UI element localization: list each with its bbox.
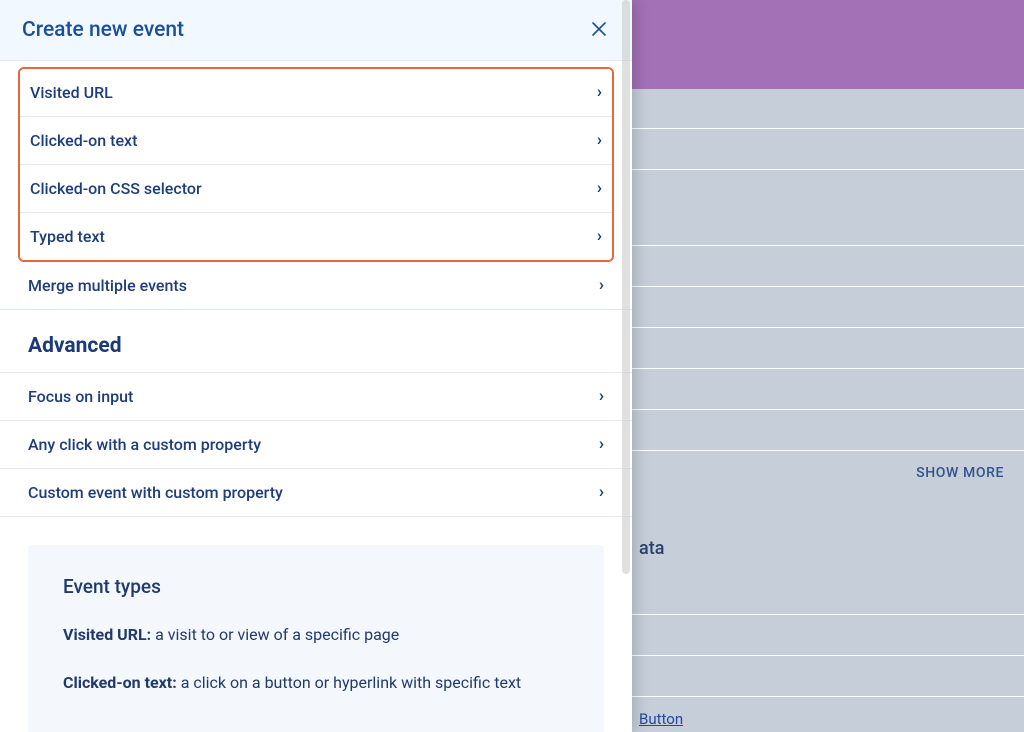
menu-item-label: Typed text bbox=[30, 227, 105, 246]
show-more-link[interactable]: SHOW MORE bbox=[916, 465, 1004, 481]
bg-button-link[interactable]: Button bbox=[639, 710, 683, 728]
event-type-merge-multiple[interactable]: Merge multiple events › bbox=[0, 262, 632, 310]
chevron-right-icon: › bbox=[597, 132, 602, 149]
close-button[interactable] bbox=[588, 19, 610, 41]
info-desc: a visit to or view of a specific page bbox=[151, 625, 399, 644]
panel-header: Create new event bbox=[0, 0, 632, 61]
panel-title: Create new event bbox=[22, 18, 184, 42]
info-desc: a click on a button or hyperlink with sp… bbox=[177, 673, 521, 692]
chevron-right-icon: › bbox=[597, 180, 602, 197]
bg-section-title: ata bbox=[639, 538, 664, 559]
menu-item-label: Any click with a custom property bbox=[28, 435, 261, 454]
advanced-event-type-group: Focus on input › Any click with a custom… bbox=[0, 373, 632, 517]
chevron-right-icon: › bbox=[599, 277, 604, 294]
event-type-visited-url[interactable]: Visited URL › bbox=[20, 69, 612, 117]
close-icon bbox=[591, 18, 607, 42]
info-line-clicked-on-text: Clicked-on text: a click on a button or … bbox=[63, 671, 569, 695]
chevron-right-icon: › bbox=[597, 84, 602, 101]
info-line-visited-url: Visited URL: a visit to or view of a spe… bbox=[63, 623, 569, 647]
menu-item-label: Focus on input bbox=[28, 387, 133, 406]
event-type-focus-on-input[interactable]: Focus on input › bbox=[0, 373, 632, 421]
chevron-right-icon: › bbox=[597, 228, 602, 245]
event-type-any-click-custom-property[interactable]: Any click with a custom property › bbox=[0, 421, 632, 469]
event-types-info-card: Event types Visited URL: a visit to or v… bbox=[28, 545, 604, 732]
info-label: Visited URL: bbox=[63, 625, 151, 644]
event-type-clicked-on-text[interactable]: Clicked-on text › bbox=[20, 117, 612, 165]
chevron-right-icon: › bbox=[599, 388, 604, 405]
advanced-heading: Advanced bbox=[0, 310, 632, 372]
menu-item-label: Clicked-on CSS selector bbox=[30, 179, 202, 198]
chevron-right-icon: › bbox=[599, 436, 604, 453]
event-type-typed-text[interactable]: Typed text › bbox=[20, 213, 612, 260]
menu-item-label: Clicked-on text bbox=[30, 131, 137, 150]
event-type-clicked-on-css-selector[interactable]: Clicked-on CSS selector › bbox=[20, 165, 612, 213]
chevron-right-icon: › bbox=[599, 484, 604, 501]
event-type-group-highlighted: Visited URL › Clicked-on text › Clicked-… bbox=[18, 67, 614, 262]
info-label: Clicked-on text: bbox=[63, 673, 177, 692]
menu-item-label: Custom event with custom property bbox=[28, 483, 283, 502]
event-type-custom-event-custom-property[interactable]: Custom event with custom property › bbox=[0, 469, 632, 517]
menu-item-label: Merge multiple events bbox=[28, 276, 187, 295]
menu-item-label: Visited URL bbox=[30, 83, 113, 102]
panel-scroll-area[interactable]: Create new event Visited URL › Clicked-o… bbox=[0, 0, 632, 732]
event-type-group: Merge multiple events › bbox=[0, 262, 632, 310]
create-event-panel: Create new event Visited URL › Clicked-o… bbox=[0, 0, 632, 732]
scrollbar-thumb[interactable] bbox=[622, 0, 630, 574]
info-card-title: Event types bbox=[63, 575, 569, 598]
